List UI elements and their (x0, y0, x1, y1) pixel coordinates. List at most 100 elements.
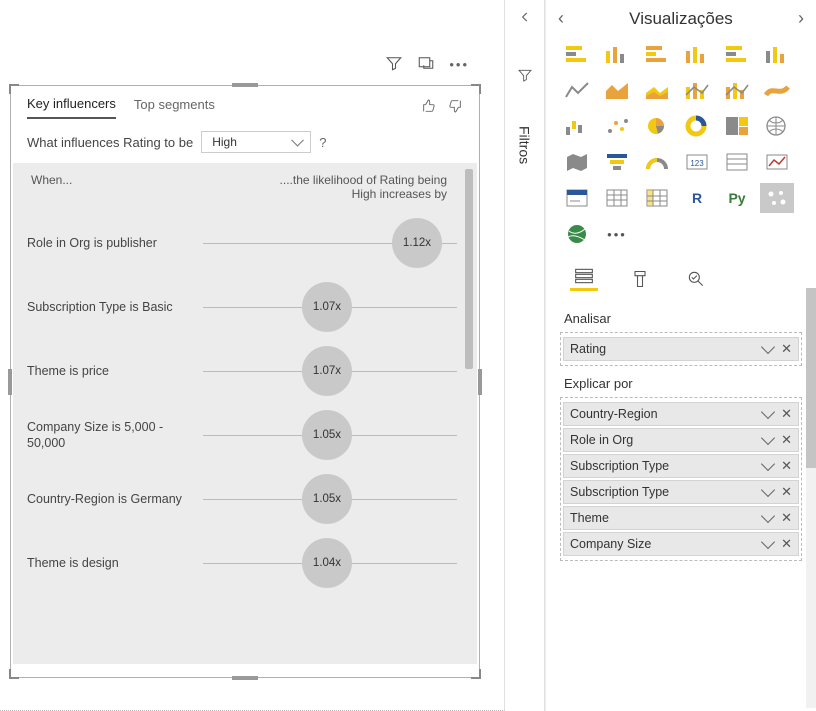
resize-handle-bottom[interactable] (232, 676, 258, 680)
field-pill[interactable]: Subscription Type ✕ (563, 480, 799, 504)
header-likelihood: ....the likelihood of Rating being High … (277, 173, 447, 201)
viz-kpi-icon[interactable] (760, 147, 794, 177)
influencer-row[interactable]: Role in Org is publisher 1.12x (27, 211, 463, 275)
viz-stacked-area-icon[interactable] (640, 75, 674, 105)
explicar-field-well[interactable]: Country-Region ✕ Role in Org ✕ Subscript… (560, 397, 802, 561)
field-pill-label: Rating (570, 342, 606, 356)
influencer-row[interactable]: Company Size is 5,000 - 50,000 1.05x (27, 403, 463, 467)
field-pill[interactable]: Company Size ✕ (563, 532, 799, 556)
influencer-bubble[interactable]: 1.04x (302, 538, 352, 588)
help-icon[interactable]: ? (319, 135, 326, 150)
viz-waterfall-icon[interactable] (560, 111, 594, 141)
viz-donut-icon[interactable] (680, 111, 714, 141)
viz-treemap-icon[interactable] (720, 111, 754, 141)
influencer-bubble[interactable]: 1.07x (302, 282, 352, 332)
viz-funnel-icon[interactable] (600, 147, 634, 177)
field-pill[interactable]: Rating ✕ (563, 337, 799, 361)
thumbs-down-icon[interactable] (447, 98, 463, 117)
influencer-row[interactable]: Theme is design 1.04x (27, 531, 463, 595)
field-pill-label: Theme (570, 511, 609, 525)
remove-field-icon[interactable]: ✕ (781, 406, 792, 422)
focus-mode-icon[interactable] (417, 54, 435, 75)
viz-matrix-icon[interactable] (640, 183, 674, 213)
viz-100-stacked-column-icon[interactable] (760, 39, 794, 69)
influencer-row[interactable]: Subscription Type is Basic 1.07x (27, 275, 463, 339)
resize-handle-right[interactable] (478, 369, 482, 395)
analytics-tab-icon[interactable] (682, 267, 710, 291)
influencer-row[interactable]: Theme is price 1.07x (27, 339, 463, 403)
influencer-bubble[interactable]: 1.05x (302, 410, 352, 460)
chevron-down-icon[interactable] (761, 535, 775, 549)
chevron-down-icon[interactable] (761, 340, 775, 354)
scrollbar-thumb[interactable] (465, 169, 473, 369)
viz-ribbon-icon[interactable] (760, 75, 794, 105)
pane-next-icon[interactable]: › (798, 8, 804, 29)
chevron-down-icon[interactable] (761, 405, 775, 419)
remove-field-icon[interactable]: ✕ (781, 458, 792, 474)
tab-top-segments[interactable]: Top segments (134, 97, 215, 118)
influencer-row[interactable]: Country-Region is Germany 1.05x (27, 467, 463, 531)
viz-r-icon[interactable]: R (680, 183, 714, 213)
viz-table-icon[interactable] (600, 183, 634, 213)
viz-more-icon[interactable]: ••• (600, 219, 634, 249)
viz-stacked-bar-icon[interactable] (560, 39, 594, 69)
viz-line-icon[interactable] (560, 75, 594, 105)
thumbs-up-icon[interactable] (421, 98, 437, 117)
viz-pie-icon[interactable] (640, 111, 674, 141)
influencer-label: Company Size is 5,000 - 50,000 (27, 419, 197, 452)
viz-clustered-bar-icon[interactable] (640, 39, 674, 69)
format-tab-icon[interactable] (626, 267, 654, 291)
viz-scatter-icon[interactable] (600, 111, 634, 141)
viz-line-clustered-column-icon[interactable]: > (720, 75, 754, 105)
pane-scrollbar-thumb[interactable] (806, 288, 816, 468)
filter-icon[interactable] (385, 54, 403, 75)
viz-multi-card-icon[interactable] (720, 147, 754, 177)
remove-field-icon[interactable]: ✕ (781, 536, 792, 552)
chevron-down-icon[interactable] (761, 457, 775, 471)
analisar-field-well[interactable]: Rating ✕ (560, 332, 802, 366)
key-influencers-visual[interactable]: ••• Key influencers Top segments What in… (10, 85, 480, 678)
viz-map-icon[interactable] (760, 111, 794, 141)
field-pill[interactable]: Subscription Type ✕ (563, 454, 799, 478)
field-pill-label: Country-Region (570, 407, 658, 421)
viz-gauge-icon[interactable] (640, 147, 674, 177)
viz-filled-map-icon[interactable] (560, 147, 594, 177)
pane-scrollbar[interactable] (806, 288, 816, 708)
resize-handle-left[interactable] (8, 369, 12, 395)
chevron-down-icon[interactable] (761, 509, 775, 523)
remove-field-icon[interactable]: ✕ (781, 510, 792, 526)
influencer-label: Role in Org is publisher (27, 235, 197, 251)
remove-field-icon[interactable]: ✕ (781, 341, 792, 357)
viz-python-icon[interactable]: Py (720, 183, 754, 213)
influencer-value-dropdown[interactable]: High (201, 131, 311, 153)
resize-handle-top[interactable] (232, 83, 258, 87)
chevron-down-icon[interactable] (761, 483, 775, 497)
report-canvas[interactable]: ••• Key influencers Top segments What in… (0, 0, 505, 711)
field-pill[interactable]: Theme ✕ (563, 506, 799, 530)
remove-field-icon[interactable]: ✕ (781, 432, 792, 448)
viz-key-influencers-icon[interactable] (760, 183, 794, 213)
viz-area-icon[interactable] (600, 75, 634, 105)
viz-slicer-icon[interactable] (560, 183, 594, 213)
chevron-down-icon[interactable] (761, 431, 775, 445)
influencers-scrollbar[interactable] (465, 169, 473, 658)
fields-tab-icon[interactable] (570, 267, 598, 291)
pane-prev-icon[interactable]: ‹ (558, 8, 564, 29)
expand-filters-icon[interactable] (505, 0, 544, 27)
influencer-bubble[interactable]: 1.07x (302, 346, 352, 396)
influencer-bubble[interactable]: 1.05x (302, 474, 352, 524)
field-pill[interactable]: Country-Region ✕ (563, 402, 799, 426)
field-pill[interactable]: Role in Org ✕ (563, 428, 799, 452)
more-options-icon[interactable]: ••• (449, 57, 469, 72)
viz-100-stacked-bar-icon[interactable] (720, 39, 754, 69)
viz-clustered-column-icon[interactable] (680, 39, 714, 69)
viz-line-stacked-column-icon[interactable]: > (680, 75, 714, 105)
remove-field-icon[interactable]: ✕ (781, 484, 792, 500)
field-pill-label: Subscription Type (570, 459, 669, 473)
viz-arcgis-icon[interactable] (560, 219, 594, 249)
tab-key-influencers[interactable]: Key influencers (27, 96, 116, 119)
viz-stacked-column-icon[interactable] (600, 39, 634, 69)
filters-funnel-icon (505, 67, 544, 86)
viz-card-icon[interactable]: 123 (680, 147, 714, 177)
influencer-bubble[interactable]: 1.12x (392, 218, 442, 268)
